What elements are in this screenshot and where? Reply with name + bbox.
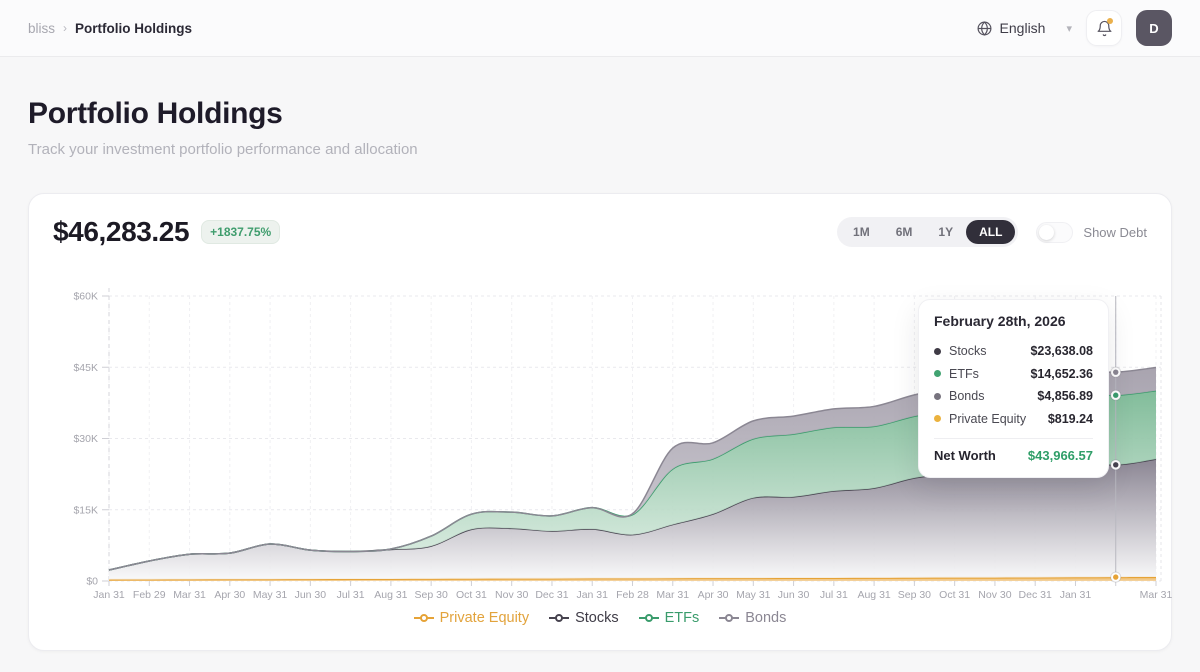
y-axis-label: $45K bbox=[73, 362, 98, 374]
series-dot-icon bbox=[934, 370, 941, 378]
range-button-6m[interactable]: 6M bbox=[883, 220, 926, 244]
y-axis-label: $0 bbox=[86, 576, 98, 588]
tooltip-row-label: Bonds bbox=[949, 389, 985, 404]
breadcrumb-root[interactable]: bliss bbox=[28, 21, 55, 36]
tooltip-networth-label: Net Worth bbox=[934, 448, 996, 463]
portfolio-card: $46,283.25 +1837.75% 1M 6M 1Y ALL Show Debt… bbox=[28, 193, 1172, 651]
x-axis-label: Jun 30 bbox=[778, 589, 810, 601]
y-axis-label: $15K bbox=[73, 504, 98, 516]
time-range-group: 1M 6M 1Y ALL bbox=[837, 217, 1019, 247]
x-axis-label: May 31 bbox=[736, 589, 771, 601]
tooltip-networth-value: $43,966.57 bbox=[1027, 448, 1093, 463]
legend-marker-icon bbox=[638, 614, 659, 622]
legend-label: ETFs bbox=[664, 610, 700, 626]
tooltip-row: Private Equity $819.24 bbox=[934, 408, 1093, 431]
change-badge: +1837.75% bbox=[201, 220, 281, 244]
tooltip-rows: Stocks $23,638.08 ETFs $14,652.36 Bonds … bbox=[934, 340, 1093, 430]
x-axis-label: Dec 31 bbox=[535, 589, 568, 601]
tooltip-row-value: $4,856.89 bbox=[1037, 389, 1093, 404]
tooltip-date: February 28th, 2026 bbox=[934, 313, 1066, 329]
x-axis-label: Feb 29 bbox=[133, 589, 166, 601]
tooltip-row-label: Private Equity bbox=[949, 411, 1027, 426]
language-selector[interactable]: English ▾ bbox=[976, 20, 1072, 37]
x-axis-label: Apr 30 bbox=[214, 589, 245, 601]
range-button-all[interactable]: ALL bbox=[966, 220, 1016, 244]
tooltip-row-value: $23,638.08 bbox=[1030, 344, 1093, 359]
globe-icon bbox=[977, 20, 992, 36]
show-debt-label: Show Debt bbox=[1083, 224, 1147, 240]
legend-item-bonds[interactable]: Bonds bbox=[719, 610, 786, 626]
tooltip-row-value: $14,652.36 bbox=[1030, 366, 1093, 381]
x-axis-label: Sep 30 bbox=[415, 589, 448, 601]
breadcrumb: bliss › Portfolio Holdings bbox=[28, 21, 192, 36]
highlight-dot-core-icon bbox=[1113, 369, 1119, 375]
x-axis-label: Sep 30 bbox=[898, 589, 931, 601]
legend-item-private_equity[interactable]: Private Equity bbox=[413, 610, 530, 626]
tooltip-row-value: $819.24 bbox=[1047, 411, 1093, 426]
tooltip-row-label: Stocks bbox=[949, 344, 987, 359]
chart-tooltip: February 28th, 2026 Stocks $23,638.08 ET… bbox=[918, 299, 1109, 478]
x-axis-label: Jun 30 bbox=[295, 589, 327, 601]
x-axis-label: Mar 31 bbox=[1140, 589, 1173, 601]
tooltip-row-label: ETFs bbox=[949, 366, 979, 381]
highlight-dot-core-icon bbox=[1113, 574, 1119, 580]
page-subtitle: Track your investment portfolio performa… bbox=[28, 141, 418, 158]
tooltip-row: ETFs $14,652.36 bbox=[934, 363, 1093, 386]
x-axis-label: Oct 31 bbox=[456, 589, 487, 601]
tooltip-divider bbox=[934, 438, 1093, 439]
x-axis-label: Nov 30 bbox=[495, 589, 528, 601]
x-axis-label: Feb 28 bbox=[616, 589, 649, 601]
legend-item-etfs[interactable]: ETFs bbox=[638, 610, 700, 626]
tooltip-row: Bonds $4,856.89 bbox=[934, 385, 1093, 408]
x-axis-label: Jan 31 bbox=[576, 589, 608, 601]
legend-marker-icon bbox=[413, 614, 434, 622]
x-axis-label: Jan 31 bbox=[93, 589, 125, 601]
x-axis-label: Aug 31 bbox=[857, 589, 890, 601]
x-axis-label: Oct 31 bbox=[939, 589, 970, 601]
x-axis-label: Apr 30 bbox=[698, 589, 729, 601]
legend-marker-icon bbox=[719, 614, 740, 622]
chevron-down-icon: ▾ bbox=[1066, 22, 1072, 35]
x-axis-label: Nov 30 bbox=[978, 589, 1011, 601]
page-title: Portfolio Holdings bbox=[28, 97, 283, 130]
show-debt-toggle[interactable] bbox=[1036, 221, 1074, 243]
avatar-initial: D bbox=[1149, 20, 1159, 36]
chart-legend: Private Equity Stocks ETFs Bonds bbox=[29, 610, 1171, 626]
top-bar: bliss › Portfolio Holdings English ▾ D bbox=[0, 0, 1200, 57]
tooltip-row: Stocks $23,638.08 bbox=[934, 340, 1093, 363]
x-axis-label: Dec 31 bbox=[1019, 589, 1052, 601]
breadcrumb-separator-icon: › bbox=[63, 21, 68, 35]
legend-label: Private Equity bbox=[439, 610, 530, 626]
series-dot-icon bbox=[934, 392, 941, 400]
highlight-dot-core-icon bbox=[1113, 462, 1119, 468]
y-axis-label: $30K bbox=[73, 433, 98, 445]
avatar[interactable]: D bbox=[1136, 10, 1172, 46]
highlight-dot-core-icon bbox=[1113, 392, 1119, 398]
notifications-button[interactable] bbox=[1086, 10, 1122, 46]
net-worth-value: $46,283.25 bbox=[53, 216, 190, 247]
x-axis-label: Jul 31 bbox=[820, 589, 848, 601]
range-button-1y[interactable]: 1Y bbox=[925, 220, 966, 244]
x-axis-label: Mar 31 bbox=[173, 589, 206, 601]
x-axis-label: Aug 31 bbox=[374, 589, 407, 601]
legend-marker-icon bbox=[549, 614, 570, 622]
legend-label: Stocks bbox=[575, 610, 619, 626]
series-dot-icon bbox=[934, 347, 941, 355]
toggle-knob bbox=[1039, 224, 1055, 240]
x-axis-label: Jul 31 bbox=[337, 589, 365, 601]
notification-dot bbox=[1107, 18, 1113, 24]
language-label: English bbox=[999, 20, 1046, 36]
range-button-1m[interactable]: 1M bbox=[840, 220, 883, 244]
breadcrumb-current: Portfolio Holdings bbox=[75, 20, 193, 36]
legend-item-stocks[interactable]: Stocks bbox=[549, 610, 619, 626]
y-axis-label: $60K bbox=[73, 291, 98, 303]
series-dot-icon bbox=[934, 415, 941, 423]
x-axis-label: May 31 bbox=[253, 589, 288, 601]
x-axis-label: Jan 31 bbox=[1060, 589, 1092, 601]
x-axis-label: Mar 31 bbox=[656, 589, 689, 601]
legend-label: Bonds bbox=[745, 610, 787, 626]
